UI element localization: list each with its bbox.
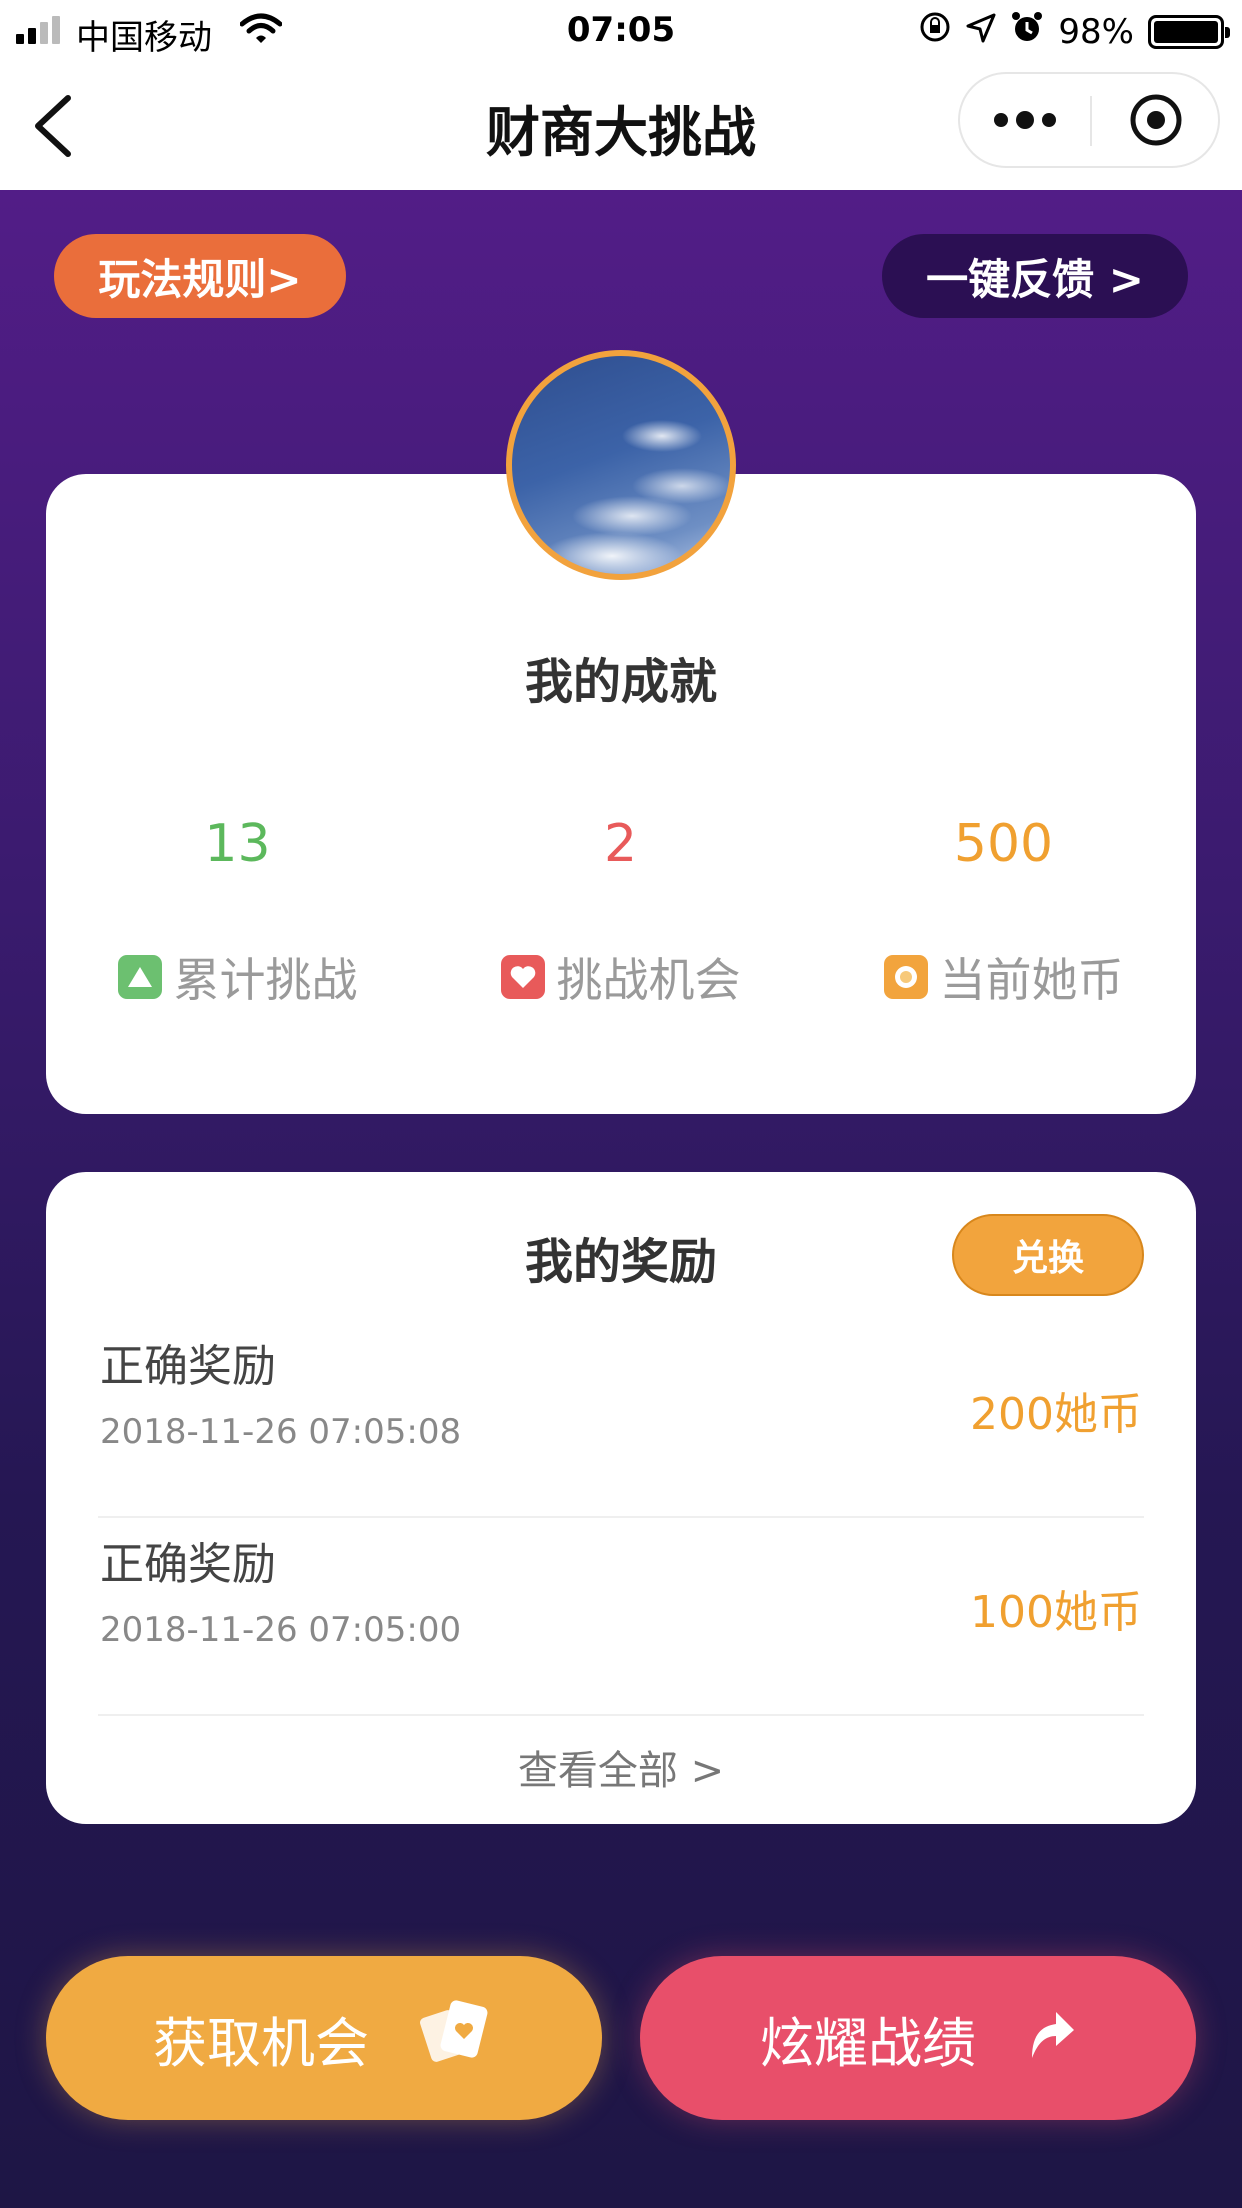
get-chance-label: 获取机会: [153, 2011, 369, 2075]
heart-icon: [500, 955, 545, 999]
battery-percent: 98%: [1058, 11, 1134, 52]
challenge-chances-label: 挑战机会: [429, 944, 812, 1010]
challenge-page: 玩法规则> 一键反馈 > 我的成就 13 2 500 累计挑战 挑战机会 当前她…: [0, 190, 1242, 2208]
battery-icon: [1148, 14, 1230, 49]
reward-amount: 100她币: [970, 1587, 1142, 1638]
feedback-button[interactable]: 一键反馈 >: [882, 234, 1188, 318]
cards-icon: [419, 1997, 495, 2080]
stat-label-text: 当前她币: [939, 953, 1124, 1007]
view-all-link[interactable]: 查看全部 >: [46, 1738, 1196, 1796]
reward-row: 正确奖励 2018-11-26 07:05:00 100她币: [98, 1518, 1144, 1716]
more-dot-icon: [1016, 111, 1034, 129]
more-button[interactable]: [960, 74, 1090, 166]
get-chance-button[interactable]: 获取机会: [46, 1956, 602, 2120]
miniprogram-capsule: [958, 72, 1220, 168]
achievement-title: 我的成就: [524, 654, 717, 710]
rules-button[interactable]: 玩法规则>: [54, 234, 346, 318]
orientation-lock-icon: [918, 10, 952, 53]
coins-value: 500: [953, 814, 1054, 874]
reward-amount: 200她币: [970, 1389, 1142, 1440]
reward-card: 我的奖励 兑换 正确奖励 2018-11-26 07:05:08 200她币 正…: [46, 1172, 1196, 1824]
share-arrow-icon: [1026, 2004, 1076, 2073]
alarm-icon: [1010, 10, 1044, 53]
coin-icon: [883, 955, 928, 999]
stat-label-text: 累计挑战: [173, 953, 358, 1007]
nav-bar: 财商大挑战: [0, 62, 1242, 190]
triangle-icon: [117, 955, 162, 999]
reward-time: 2018-11-26 07:05:08: [100, 1412, 462, 1452]
exchange-button[interactable]: 兑换: [952, 1214, 1144, 1296]
reward-name: 正确奖励: [100, 1341, 276, 1392]
show-off-button[interactable]: 炫耀战绩: [640, 1956, 1196, 2120]
location-icon: [966, 12, 996, 52]
more-dot-icon: [994, 113, 1008, 127]
total-challenges-label: 累计挑战: [46, 944, 429, 1010]
status-bar: 中国移动 07:05 98%: [0, 0, 1242, 62]
reward-name: 正确奖励: [100, 1539, 276, 1590]
target-icon: [1130, 94, 1182, 146]
total-challenges-value: 13: [204, 814, 271, 874]
show-off-label: 炫耀战绩: [760, 2011, 976, 2075]
challenge-chances-value: 2: [603, 814, 638, 874]
user-avatar: [506, 350, 736, 580]
reward-time: 2018-11-26 07:05:00: [100, 1610, 462, 1650]
coins-label: 当前她币: [812, 944, 1195, 1010]
close-miniprogram-button[interactable]: [1092, 74, 1220, 166]
more-dot-icon: [1042, 113, 1056, 127]
reward-row: 正确奖励 2018-11-26 07:05:08 200她币: [98, 1320, 1144, 1518]
stat-label-text: 挑战机会: [556, 953, 741, 1007]
